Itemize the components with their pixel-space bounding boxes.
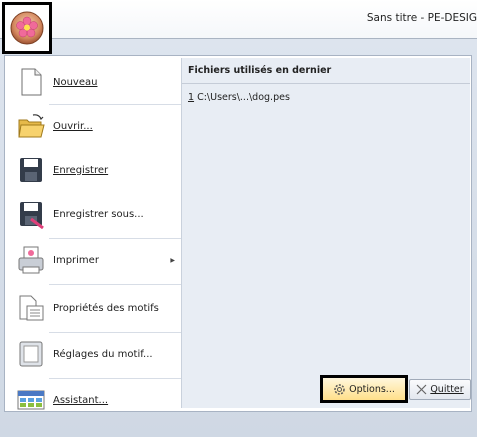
recent-file-item[interactable]: 1 C:\Users\...\dog.pes [188, 92, 290, 103]
menu-item-new[interactable]: Nouveau [9, 62, 181, 102]
menu-item-label: Propriétés des motifs [53, 302, 159, 314]
menu-item-print[interactable]: Imprimer ▶ [9, 240, 181, 280]
menu-separator [49, 104, 181, 105]
menu-item-design-settings[interactable]: Réglages du motif... [9, 334, 181, 374]
application-menu-button[interactable] [2, 2, 52, 54]
menu-item-label: Ouvrir... [53, 120, 93, 132]
menu-item-label: Imprimer [53, 254, 99, 266]
menu-item-label: Nouveau [53, 76, 98, 88]
menu-separator [49, 284, 181, 285]
submenu-arrow-icon: ▶ [170, 256, 175, 264]
menu-item-label: Assistant... [53, 394, 109, 406]
recent-file-path: C:\Users\...\dog.pes [197, 92, 290, 103]
open-folder-icon [18, 114, 45, 138]
menu-item-wizard[interactable]: Assistant... [9, 380, 181, 420]
menu-item-open[interactable]: Ouvrir... [9, 106, 181, 146]
options-button[interactable]: Options... [320, 375, 408, 403]
recent-files-pane: Fichiers utilisés en dernier 1 C:\Users\… [181, 58, 470, 408]
design-properties-icon [19, 295, 44, 321]
menu-item-label: Réglages du motif... [53, 348, 153, 360]
application-menu: Nouveau Ouvrir... Enregistrer Enregistre… [0, 38, 477, 437]
menu-commands: Nouveau Ouvrir... Enregistrer Enregistre… [9, 58, 181, 410]
gear-icon [334, 383, 345, 395]
menu-separator [49, 332, 181, 333]
menu-item-label: Enregistrer sous... [53, 208, 144, 220]
options-label: Options... [349, 383, 395, 395]
close-icon [416, 384, 427, 395]
menu-panel: Nouveau Ouvrir... Enregistrer Enregistre… [4, 55, 472, 412]
window-title: Sans titre - PE-DESIG [366, 12, 477, 24]
printer-icon [18, 246, 44, 274]
new-document-icon [21, 68, 42, 96]
quit-button[interactable]: Quitter [409, 379, 471, 400]
save-icon [20, 158, 42, 182]
recent-files-header: Fichiers utilisés en dernier [182, 58, 470, 84]
app-logo-icon [10, 11, 44, 45]
menu-item-label: Enregistrer [53, 164, 109, 176]
design-settings-icon [19, 341, 43, 367]
recent-file-index: 1 [188, 92, 195, 103]
title-bar: Sans titre - PE-DESIG [0, 0, 477, 38]
menu-separator [49, 238, 181, 239]
wizard-icon [17, 390, 45, 410]
menu-item-save[interactable]: Enregistrer [9, 150, 181, 190]
menu-item-save-as[interactable]: Enregistrer sous... [9, 194, 181, 234]
menu-item-design-properties[interactable]: Propriétés des motifs [9, 288, 181, 328]
menu-separator [49, 378, 181, 379]
save-as-icon [20, 202, 44, 229]
quit-label: Quitter [430, 384, 464, 395]
